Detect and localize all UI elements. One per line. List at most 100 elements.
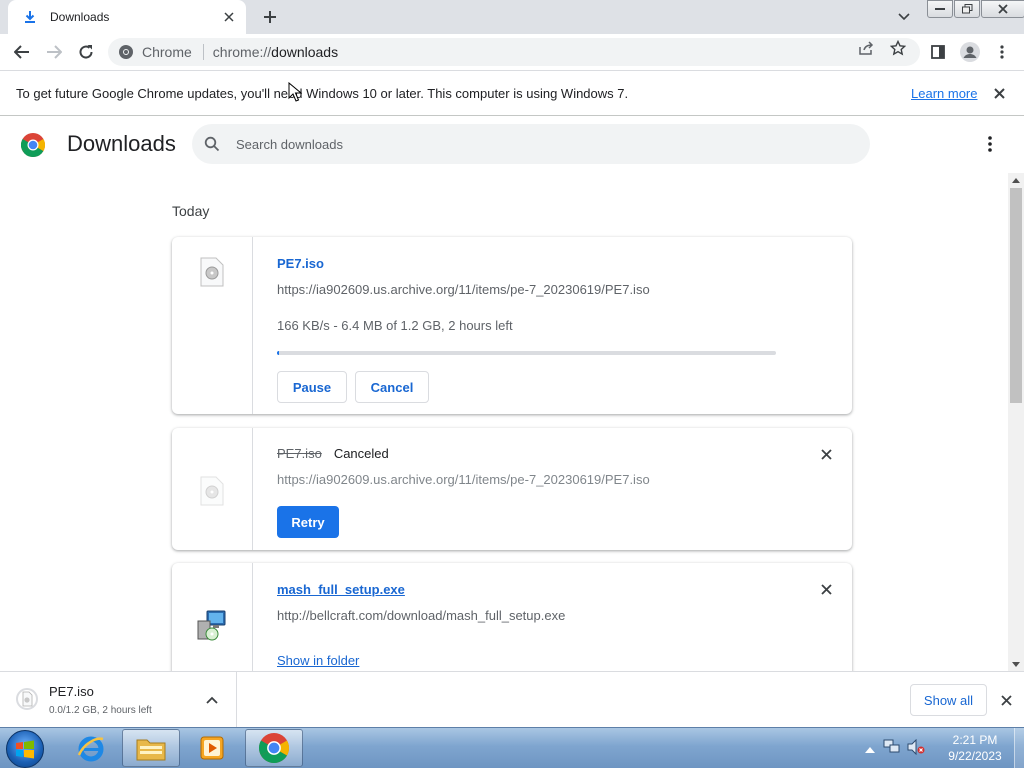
infobar-close-icon[interactable] [990,84,1008,102]
download-file-name-link[interactable]: PE7.iso [277,256,324,271]
clock-date: 9/22/2023 [948,749,1002,763]
download-source-url: https://ia902609.us.archive.org/11/items… [277,472,650,487]
omnibox-url: chrome://downloads [212,44,339,60]
forward-button[interactable] [42,40,66,64]
show-desktop-button[interactable] [1014,728,1024,768]
download-progress-text: 166 KB/s - 6.4 MB of 1.2 GB, 2 hours lef… [277,318,513,333]
download-card-completed: mash_full_setup.exe http://bellcraft.com… [172,563,852,671]
window-close-button[interactable] [981,0,1024,18]
kebab-menu-icon [988,136,992,152]
taskbar-chrome[interactable] [245,729,303,767]
omnibox-separator [202,44,204,60]
side-panel-icon [931,45,945,59]
taskbar-media-player[interactable] [183,729,241,767]
chrome-icon [259,733,289,763]
media-player-icon [200,736,224,760]
section-date-header: Today [172,203,210,219]
cancel-button[interactable]: Cancel [355,371,429,403]
bookmark-star-icon[interactable] [889,40,907,56]
omnibox-scheme-label: Chrome [142,44,192,60]
shelf-file-name: PE7.iso [49,684,94,699]
download-source-url: https://ia902609.us.archive.org/11/items… [277,282,650,297]
reload-icon [79,45,93,59]
download-shelf: PE7.iso 0.0/1.2 GB, 2 hours left Show al… [0,671,1024,728]
system-tray [865,728,925,768]
close-icon [998,4,1008,14]
avatar-icon [960,42,980,62]
canceled-file-name: PE7.iso [277,446,322,461]
tab-downloads[interactable]: Downloads [8,0,246,34]
tab-title: Downloads [50,10,110,24]
downloads-page: Downloads Today PE7.iso https://ia902609… [0,117,1024,671]
window-controls [927,0,1024,18]
page-more-actions-button[interactable] [980,133,1000,155]
file-explorer-icon [136,739,166,761]
taskbar-file-explorer[interactable] [122,729,180,767]
chrome-logo-icon [21,133,45,157]
chevron-up-icon[interactable] [204,692,220,708]
card-icon-column [172,428,253,550]
page-title: Downloads [67,131,176,156]
download-progress-fill [277,351,280,355]
new-tab-button[interactable] [258,6,282,28]
learn-more-link[interactable]: Learn more [911,86,977,101]
chrome-page-icon [119,45,133,59]
taskbar-clock[interactable]: 2:21 PM 9/22/2023 [940,732,1010,764]
scroll-thumb[interactable] [1010,188,1022,403]
tab-close-icon[interactable] [220,8,238,26]
update-infobar: To get future Google Chrome updates, you… [0,70,1024,116]
show-in-folder-link[interactable]: Show in folder [277,653,359,668]
kebab-menu-icon [1000,45,1004,59]
installer-file-icon [197,610,226,641]
download-source-url: http://bellcraft.com/download/mash_full_… [277,608,566,623]
scroll-up-arrow-icon[interactable] [1008,173,1024,187]
minimize-button[interactable] [927,0,953,18]
reload-button[interactable] [74,40,98,64]
volume-muted-icon[interactable] [907,738,925,758]
search-icon [204,136,220,152]
back-button[interactable] [10,40,34,64]
retry-button[interactable]: Retry [277,506,339,538]
profile-avatar-button[interactable] [958,40,982,64]
internet-explorer-icon [77,736,104,762]
disc-image-file-icon [200,476,224,506]
shelf-close-icon[interactable] [997,691,1015,709]
share-icon[interactable] [857,40,875,56]
infobar-message: To get future Google Chrome updates, you… [16,86,629,101]
network-icon[interactable] [883,739,901,758]
mouse-cursor-icon [288,82,302,102]
forward-arrow-icon [47,45,62,59]
tab-strip: Downloads [0,0,1024,34]
shelf-file-status: 0.0/1.2 GB, 2 hours left [49,705,152,716]
page-scrollbar[interactable] [1008,173,1024,671]
back-arrow-icon [14,45,29,59]
shelf-download-item[interactable]: PE7.iso 0.0/1.2 GB, 2 hours left [0,672,237,728]
side-panel-button[interactable] [926,40,950,64]
restore-button[interactable] [954,0,980,18]
windows-logo-icon [16,740,34,759]
show-all-button[interactable]: Show all [910,684,987,716]
download-icon [22,9,38,25]
browser-toolbar: Chrome chrome://downloads [0,34,1024,70]
download-progress-ring-icon [16,688,38,710]
search-downloads-box[interactable] [192,124,870,164]
remove-from-list-icon[interactable] [817,445,835,463]
taskbar-internet-explorer[interactable] [62,729,120,767]
clock-time: 2:21 PM [952,733,998,747]
start-button[interactable] [6,730,44,768]
search-input[interactable] [236,136,836,152]
disc-image-file-icon [200,257,224,287]
download-card-in-progress: PE7.iso https://ia902609.us.archive.org/… [172,237,852,414]
download-card-canceled: PE7.iso Canceled https://ia902609.us.arch… [172,428,852,550]
pause-button[interactable]: Pause [277,371,347,403]
remove-from-list-icon[interactable] [817,580,835,598]
tray-expand-icon[interactable] [865,741,875,756]
canceled-title-row: PE7.iso Canceled [277,446,389,461]
tab-search-chevron-icon[interactable] [894,8,914,26]
download-status-badge: Canceled [333,446,389,461]
address-bar[interactable]: Chrome chrome://downloads [108,38,920,66]
download-file-name-link[interactable]: mash_full_setup.exe [277,582,405,597]
scroll-down-arrow-icon[interactable] [1008,657,1024,671]
card-icon-column [172,237,253,414]
browser-menu-button[interactable] [990,40,1014,64]
